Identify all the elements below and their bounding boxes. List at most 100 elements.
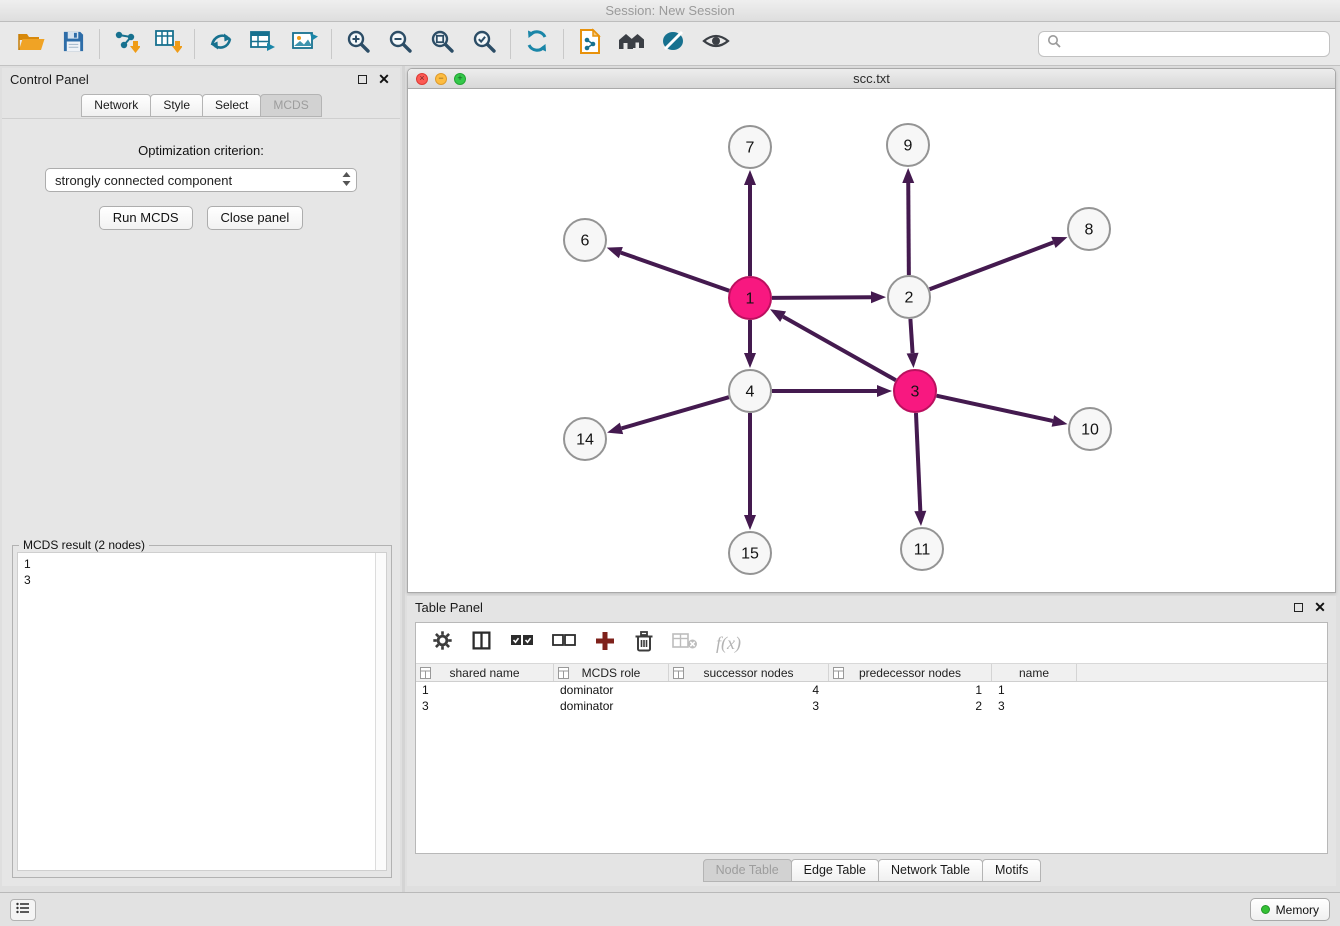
graph-edge-4-15[interactable] bbox=[744, 413, 756, 530]
delete-column-button[interactable] bbox=[634, 630, 654, 657]
column-header-mcds-role[interactable]: MCDS role bbox=[554, 664, 669, 681]
show-panels-button[interactable] bbox=[10, 899, 36, 921]
mcds-tab-content: Optimization criterion: strongly connect… bbox=[2, 118, 400, 886]
export-table-button[interactable] bbox=[242, 26, 284, 62]
graph-edge-2-9[interactable] bbox=[902, 168, 914, 275]
graph-edge-2-8[interactable] bbox=[930, 237, 1068, 289]
graph-edge-2-3[interactable] bbox=[907, 319, 919, 368]
graph-edge-3-1[interactable] bbox=[770, 309, 896, 380]
cell-mcds-role[interactable]: dominator bbox=[554, 682, 669, 698]
table-row[interactable]: 1 dominator 4 1 1 bbox=[416, 682, 1327, 698]
tab-style[interactable]: Style bbox=[150, 94, 203, 117]
graph-node-14[interactable]: 14 bbox=[564, 418, 606, 460]
graph-node-6[interactable]: 6 bbox=[564, 219, 606, 261]
window-zoom-button[interactable]: + bbox=[454, 73, 466, 85]
import-network-file-button[interactable] bbox=[105, 26, 147, 62]
table-header-row: shared name MCDS role successor nodes pr… bbox=[416, 663, 1327, 682]
tab-mcds[interactable]: MCDS bbox=[260, 94, 321, 117]
graph-node-1[interactable]: 1 bbox=[729, 277, 771, 319]
table-row[interactable]: 3 dominator 3 2 3 bbox=[416, 698, 1327, 714]
tab-motifs[interactable]: Motifs bbox=[982, 859, 1041, 882]
graph-node-2[interactable]: 2 bbox=[888, 276, 930, 318]
tab-network-table[interactable]: Network Table bbox=[878, 859, 983, 882]
deselect-all-button[interactable] bbox=[552, 631, 576, 656]
column-header-predecessor-nodes[interactable]: predecessor nodes bbox=[829, 664, 992, 681]
tab-edge-table[interactable]: Edge Table bbox=[791, 859, 879, 882]
table-settings-button[interactable] bbox=[432, 630, 453, 656]
column-header-shared-name[interactable]: shared name bbox=[416, 664, 554, 681]
mcds-result-box[interactable]: 1 3 bbox=[17, 552, 387, 871]
cell-shared-name[interactable]: 1 bbox=[416, 682, 554, 698]
home-button[interactable] bbox=[611, 26, 653, 62]
window-minimize-button[interactable]: − bbox=[435, 73, 447, 85]
open-session-button[interactable] bbox=[10, 26, 52, 62]
show-hide-button[interactable] bbox=[695, 26, 737, 62]
apply-layout-button[interactable] bbox=[516, 26, 558, 62]
graph-node-3[interactable]: 3 bbox=[894, 370, 936, 412]
tab-select[interactable]: Select bbox=[202, 94, 261, 117]
export-image-button[interactable] bbox=[284, 26, 326, 62]
svg-text:2: 2 bbox=[905, 290, 914, 307]
run-mcds-button[interactable]: Run MCDS bbox=[99, 206, 193, 230]
cell-name[interactable]: 1 bbox=[992, 682, 1077, 698]
cell-predecessor-nodes[interactable]: 1 bbox=[829, 682, 992, 698]
show-columns-button[interactable] bbox=[471, 630, 492, 656]
cell-mcds-role[interactable]: dominator bbox=[554, 698, 669, 714]
graph-edge-4-14[interactable] bbox=[607, 397, 729, 434]
graph-edge-1-6[interactable] bbox=[607, 247, 730, 291]
pane-divider[interactable] bbox=[402, 66, 405, 892]
column-header-successor-nodes[interactable]: successor nodes bbox=[669, 664, 829, 681]
result-line: 1 bbox=[24, 556, 369, 572]
network-graph[interactable]: 7 9 6 8 1 2 4 3 14 10 15 11 bbox=[408, 89, 1335, 592]
tab-node-table[interactable]: Node Table bbox=[703, 859, 792, 882]
search-field[interactable] bbox=[1038, 31, 1330, 57]
add-column-button[interactable] bbox=[594, 630, 616, 657]
cell-successor-nodes[interactable]: 3 bbox=[669, 698, 829, 714]
network-document-button[interactable] bbox=[569, 26, 611, 62]
zoom-fit-button[interactable] bbox=[421, 26, 463, 62]
select-all-button[interactable] bbox=[510, 631, 534, 656]
close-table-panel-button[interactable]: ✕ bbox=[1312, 599, 1328, 615]
cell-shared-name[interactable]: 3 bbox=[416, 698, 554, 714]
optimization-criterion-select[interactable]: strongly connected component bbox=[45, 168, 357, 192]
graph-node-9[interactable]: 9 bbox=[887, 124, 929, 166]
paint-style-button[interactable] bbox=[653, 26, 695, 62]
cell-predecessor-nodes[interactable]: 2 bbox=[829, 698, 992, 714]
graph-edge-1-4[interactable] bbox=[744, 320, 756, 368]
import-table-file-button[interactable] bbox=[147, 26, 189, 62]
zoom-selected-button[interactable] bbox=[463, 26, 505, 62]
graph-node-10[interactable]: 10 bbox=[1069, 408, 1111, 450]
memory-button[interactable]: Memory bbox=[1250, 898, 1330, 921]
float-table-panel-button[interactable] bbox=[1290, 599, 1306, 615]
close-panel-button[interactable]: ✕ bbox=[376, 71, 392, 87]
float-panel-button[interactable] bbox=[354, 71, 370, 87]
graph-edge-4-3[interactable] bbox=[772, 385, 892, 397]
zoom-out-button[interactable] bbox=[379, 26, 421, 62]
graph-edge-1-2[interactable] bbox=[772, 291, 886, 303]
graph-node-11[interactable]: 11 bbox=[901, 528, 943, 570]
combo-arrows-icon bbox=[341, 171, 352, 190]
cell-name[interactable]: 3 bbox=[992, 698, 1077, 714]
function-builder-button[interactable]: f(x) bbox=[716, 633, 741, 654]
search-input[interactable] bbox=[1067, 36, 1321, 51]
graph-edge-3-11[interactable] bbox=[914, 413, 926, 526]
close-panel-button-mcds[interactable]: Close panel bbox=[207, 206, 304, 230]
result-scrollbar[interactable] bbox=[375, 553, 386, 870]
graph-edge-3-10[interactable] bbox=[936, 396, 1067, 427]
graph-node-4[interactable]: 4 bbox=[729, 370, 771, 412]
tab-network[interactable]: Network bbox=[81, 94, 151, 117]
network-view-window: × − + scc.txt 7 9 6 8 1 2 4 3 14 10 15 11 bbox=[407, 68, 1336, 593]
mcds-result-group: MCDS result (2 nodes) 1 3 bbox=[12, 545, 392, 878]
graph-node-15[interactable]: 15 bbox=[729, 532, 771, 574]
graph-node-8[interactable]: 8 bbox=[1068, 208, 1110, 250]
window-close-button[interactable]: × bbox=[416, 73, 428, 85]
graph-edge-1-7[interactable] bbox=[744, 170, 756, 276]
save-session-button[interactable] bbox=[52, 26, 94, 62]
network-window-titlebar[interactable]: × − + scc.txt bbox=[408, 69, 1335, 89]
cell-successor-nodes[interactable]: 4 bbox=[669, 682, 829, 698]
delete-table-button[interactable] bbox=[672, 632, 698, 655]
export-network-button[interactable] bbox=[200, 26, 242, 62]
zoom-in-button[interactable] bbox=[337, 26, 379, 62]
column-header-name[interactable]: name bbox=[992, 664, 1077, 681]
graph-node-7[interactable]: 7 bbox=[729, 126, 771, 168]
